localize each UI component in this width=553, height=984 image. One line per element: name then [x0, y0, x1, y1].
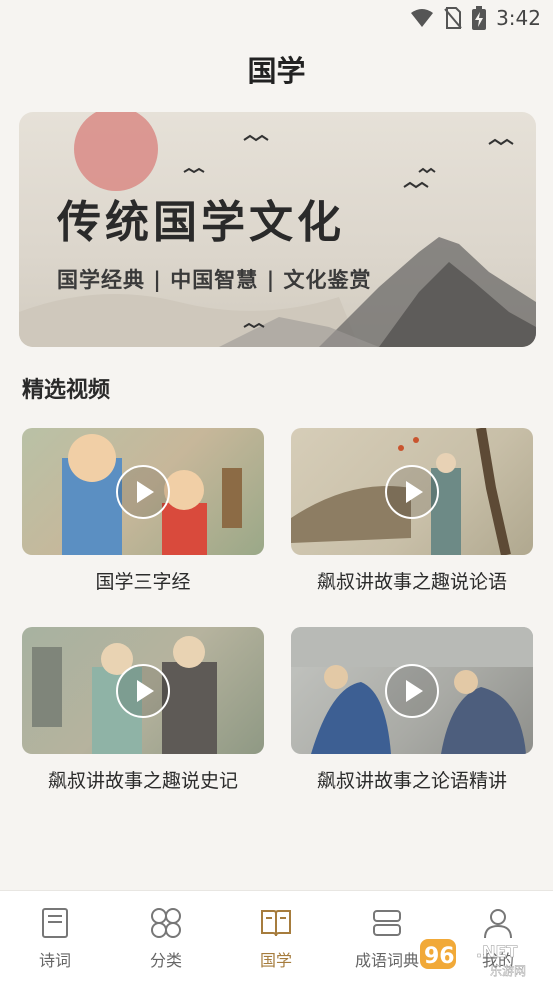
section-title-featured-videos: 精选视频 — [22, 377, 111, 403]
banner-subtitle: 国学经典 | 中国智慧 | 文化鉴赏 — [57, 267, 372, 292]
play-icon[interactable] — [385, 464, 439, 519]
tab-categories[interactable]: 分类 — [111, 891, 221, 984]
book-icon — [42, 908, 68, 938]
video-card[interactable]: 飙叔讲故事之趣说论语 — [291, 428, 533, 594]
open-book-icon — [261, 910, 291, 937]
watermark-logo: 962 .NET 乐游网 — [420, 939, 526, 978]
status-time: 3:42 — [496, 6, 541, 30]
battery-charging-icon — [472, 6, 487, 30]
video-title[interactable]: 飙叔讲故事之趣说论语 — [291, 567, 533, 594]
video-card[interactable]: 国学三字经 — [22, 428, 264, 594]
banner-title: 传统国学文化 — [57, 197, 345, 248]
svg-text:乐游网: 乐游网 — [490, 964, 526, 978]
video-thumbnail[interactable] — [291, 428, 533, 555]
tab-label: 国学 — [259, 951, 292, 970]
video-title[interactable]: 飙叔讲故事之趣说史记 — [22, 766, 264, 793]
play-icon[interactable] — [116, 464, 170, 519]
grid-icon — [151, 908, 181, 938]
video-thumbnail[interactable] — [22, 428, 264, 555]
status-bar: 3:42 — [0, 0, 553, 40]
tab-guoxue[interactable]: 国学 — [221, 891, 331, 984]
svg-text:.NET: .NET — [476, 942, 517, 961]
video-thumbnail[interactable] — [22, 627, 264, 754]
tab-label: 诗词 — [38, 951, 71, 970]
dictionary-icon — [373, 910, 401, 936]
tab-poetry[interactable]: 诗词 — [0, 891, 110, 984]
video-title[interactable]: 国学三字经 — [22, 567, 264, 594]
banner[interactable]: 传统国学文化 国学经典 | 中国智慧 | 文化鉴赏 — [19, 112, 536, 347]
tab-label: 分类 — [149, 951, 182, 970]
page-title: 国学 — [247, 54, 306, 88]
no-sim-icon — [444, 7, 462, 29]
video-card[interactable]: 飙叔讲故事之论语精讲 — [291, 627, 533, 793]
video-thumbnail[interactable] — [291, 627, 533, 754]
video-card[interactable]: 飙叔讲故事之趣说史记 — [22, 627, 264, 793]
video-title[interactable]: 飙叔讲故事之论语精讲 — [291, 766, 533, 793]
play-icon[interactable] — [116, 663, 170, 718]
wifi-icon — [411, 9, 434, 27]
svg-text:962: 962 — [424, 944, 470, 969]
status-icons: 3:42 — [410, 6, 541, 30]
play-icon[interactable] — [385, 663, 439, 718]
